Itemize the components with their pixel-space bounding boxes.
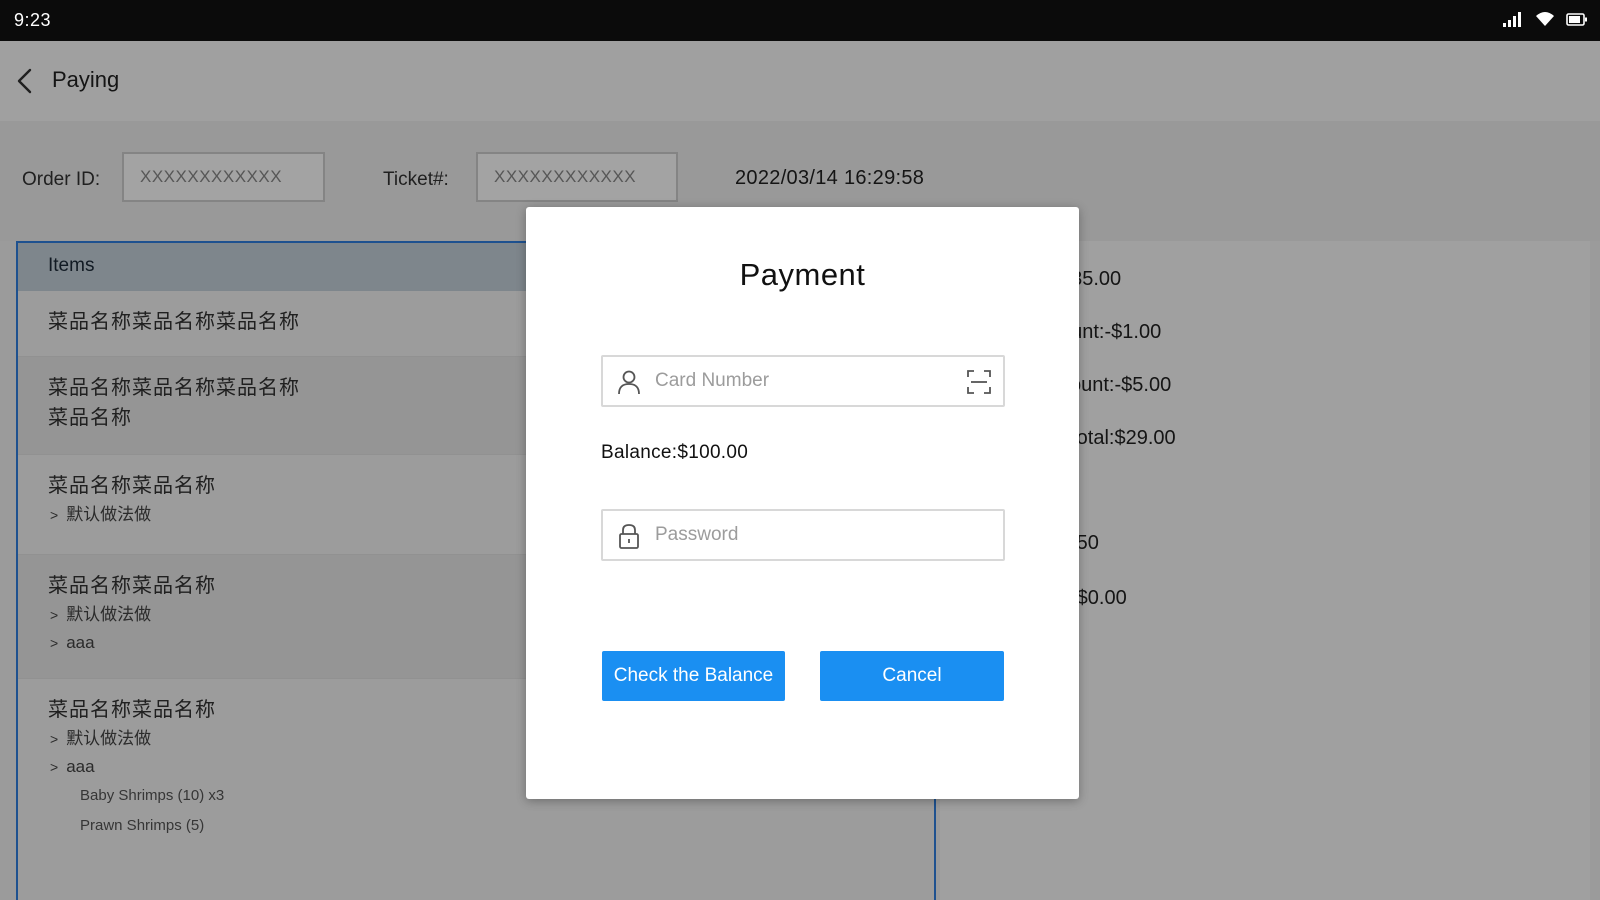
- dialog-title: Payment: [739, 257, 866, 292]
- password-field[interactable]: [601, 509, 1005, 561]
- battery-icon: [1566, 10, 1588, 28]
- status-icons: [1502, 10, 1588, 28]
- status-time: 9:23: [14, 10, 52, 30]
- status-bar: 9:23: [0, 0, 1600, 41]
- scan-icon[interactable]: [965, 368, 993, 396]
- password-input[interactable]: [655, 511, 945, 559]
- cancel-button[interactable]: Cancel: [820, 651, 1004, 701]
- balance-text: Balance:$100.00: [601, 442, 749, 463]
- payment-dialog: Payment Balance:$100.00 Check the Balanc…: [526, 207, 1079, 799]
- check-balance-button[interactable]: Check the Balance: [602, 651, 785, 701]
- lock-icon: [615, 522, 643, 550]
- user-icon: [615, 368, 643, 396]
- signal-icon: [1502, 10, 1524, 28]
- card-number-field[interactable]: [601, 355, 1005, 407]
- wifi-icon: [1534, 10, 1556, 28]
- card-number-input[interactable]: [655, 357, 945, 405]
